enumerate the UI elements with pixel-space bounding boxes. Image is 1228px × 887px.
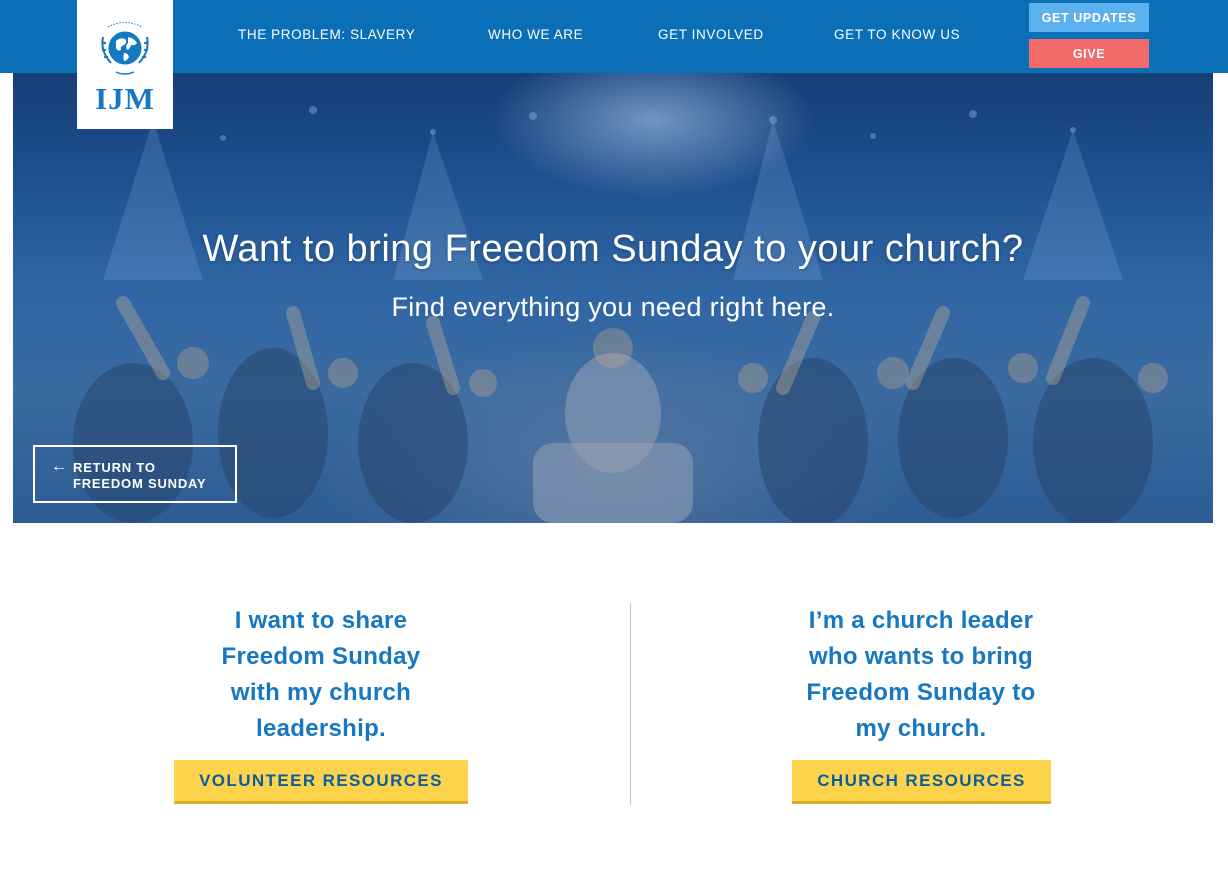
nav-get-to-know-us[interactable]: GET TO KNOW US [834, 27, 960, 42]
hero-title: Want to bring Freedom Sunday to your chu… [202, 228, 1024, 270]
volunteer-heading-line: with my church [230, 679, 412, 706]
nav-get-involved[interactable]: GET INVOLVED [658, 27, 764, 42]
get-updates-button[interactable]: GET UPDATES [1029, 3, 1149, 32]
church-leader-heading-line: who wants to bring [808, 643, 1034, 670]
logo[interactable]: IJM [77, 0, 173, 129]
volunteer-heading: I want to share Freedom Sunday with my c… [171, 603, 471, 747]
column-divider [630, 603, 631, 805]
arrow-left-icon: ← [51, 458, 68, 475]
church-leader-heading-line: Freedom Sunday to [806, 679, 1036, 706]
nav-who-we-are[interactable]: WHO WE ARE [488, 27, 583, 42]
give-button[interactable]: GIVE [1029, 39, 1149, 68]
volunteer-resources-button[interactable]: VOLUNTEER RESOURCES [174, 760, 468, 804]
logo-wordmark: IJM [95, 81, 155, 116]
volunteer-heading-line: leadership. [255, 715, 386, 742]
return-label-line1: RETURN TO [73, 460, 156, 475]
church-leader-heading: I’m a church leader who wants to bring F… [766, 603, 1076, 747]
church-leader-heading-line: I’m a church leader [808, 607, 1034, 634]
return-to-freedom-sunday-button[interactable]: ← RETURN TO FREEDOM SUNDAY [33, 445, 237, 503]
globe-laurel-icon [101, 22, 149, 75]
hero-subtitle: Find everything you need right here. [391, 292, 835, 322]
site-header: THE PROBLEM: SLAVERY WHO WE ARE GET INVO… [0, 0, 1228, 73]
church-leader-heading-line: my church. [855, 715, 987, 742]
volunteer-heading-line: Freedom Sunday [221, 643, 421, 670]
volunteer-heading-line: I want to share [234, 607, 408, 634]
return-label-line2: FREEDOM SUNDAY [73, 476, 207, 491]
hero-banner: Want to bring Freedom Sunday to your chu… [13, 0, 1213, 523]
nav-the-problem-slavery[interactable]: THE PROBLEM: SLAVERY [238, 27, 415, 42]
church-resources-button[interactable]: CHURCH RESOURCES [792, 760, 1051, 804]
